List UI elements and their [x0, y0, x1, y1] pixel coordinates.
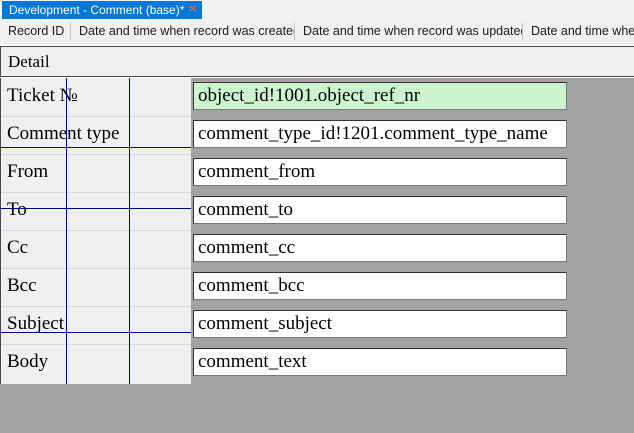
form-field-bcc[interactable]: comment_bcc [193, 272, 567, 300]
form-label-ticket-[interactable]: Ticket № [7, 78, 187, 116]
grid-guide-horizontal [1, 332, 191, 333]
grid-guide-horizontal [1, 208, 191, 209]
label-column: Ticket №Comment typeFromToCcBccSubjectBo… [1, 78, 191, 384]
canvas-outside-area [0, 384, 634, 433]
form-label-to[interactable]: To [7, 192, 187, 230]
grid-guide-vertical [129, 78, 130, 384]
column-header-2[interactable]: Date and time when record was updated [295, 23, 523, 40]
form-label-body[interactable]: Body [7, 344, 187, 382]
form-label-subject[interactable]: Subject [7, 306, 187, 344]
form-field-ticket-[interactable]: object_id!1001.object_ref_nr [193, 82, 567, 110]
form-label-bcc[interactable]: Bcc [7, 268, 187, 306]
detail-band-header[interactable]: Detail [0, 46, 634, 77]
form-field-cc[interactable]: comment_cc [193, 234, 567, 262]
form-label-cc[interactable]: Cc [7, 230, 187, 268]
form-field-subject[interactable]: comment_subject [193, 310, 567, 338]
form-label-from[interactable]: From [7, 154, 187, 192]
form-field-from[interactable]: comment_from [193, 158, 567, 186]
form-field-comment-type[interactable]: comment_type_id!1201.comment_type_name [193, 120, 567, 148]
grid-guide-vertical [66, 78, 67, 384]
grid-guide-horizontal [1, 147, 191, 148]
tab-development-comment[interactable]: Development - Comment (base)* ✕ [2, 1, 202, 19]
tab-close-icon[interactable]: ✕ [189, 1, 202, 19]
column-header-3[interactable]: Date and time when [523, 23, 634, 40]
column-header-row: Record IDDate and time when record was c… [0, 19, 634, 44]
tab-title: Development - Comment (base)* [2, 3, 184, 17]
form-label-comment-type[interactable]: Comment type [7, 116, 187, 154]
column-header-0[interactable]: Record ID [0, 23, 71, 40]
form-design-canvas: Ticket №Comment typeFromToCcBccSubjectBo… [0, 78, 634, 384]
tab-bar: Development - Comment (base)* ✕ [0, 0, 634, 19]
form-field-body[interactable]: comment_text [193, 348, 567, 376]
column-header-1[interactable]: Date and time when record was created [71, 23, 295, 40]
field-column: object_id!1001.object_ref_nr comment_type… [191, 78, 634, 384]
form-field-to[interactable]: comment_to [193, 196, 567, 224]
